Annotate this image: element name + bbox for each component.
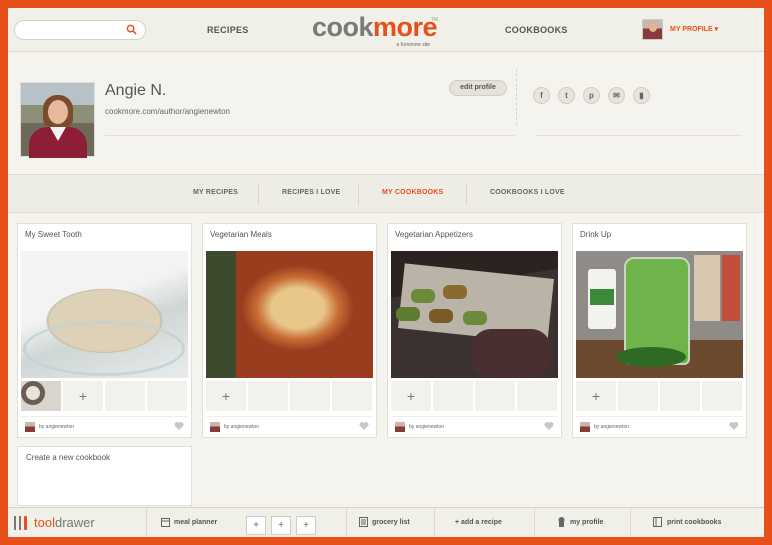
meal-slot[interactable]: + (296, 516, 316, 535)
tab-cookbooks-i-love[interactable]: COOKBOOKS I LOVE (490, 189, 565, 196)
print-cookbooks-label: print cookbooks (667, 519, 722, 526)
empty-slot (433, 381, 473, 411)
heart-icon[interactable] (729, 421, 739, 431)
cookbook-cover-image[interactable] (21, 251, 188, 378)
author-byline[interactable]: by angienewton (39, 424, 74, 430)
twitter-icon[interactable]: t (558, 87, 575, 104)
logo-tool: tool (34, 515, 55, 530)
tab-my-recipes[interactable]: MY RECIPES (193, 189, 238, 196)
empty-slot (660, 381, 700, 411)
grocery-list-label: grocery list (372, 519, 410, 526)
author-byline[interactable]: by angienewton (594, 424, 629, 430)
cookbook-title[interactable]: My Sweet Tooth (25, 230, 82, 239)
empty-slot (105, 381, 145, 411)
nav-cookbooks[interactable]: COOKBOOKS (505, 25, 568, 35)
add-recipe-slot[interactable]: + (206, 381, 246, 411)
bookmark-icon[interactable]: ▮ (633, 87, 650, 104)
tab-my-cookbooks[interactable]: MY COOKBOOKS (382, 189, 443, 196)
calendar-icon (161, 518, 170, 527)
empty-slot (702, 381, 742, 411)
logo-cook: cook (312, 12, 374, 42)
meal-slot[interactable]: + (271, 516, 291, 535)
nav-recipes[interactable]: RECIPES (207, 25, 249, 35)
create-cookbook-card[interactable]: Create a new cookbook (17, 446, 192, 506)
book-icon (653, 517, 662, 527)
profile-section: Angie N. cookmore.com/author/angienewton… (8, 53, 764, 173)
meal-slot[interactable]: + (246, 516, 266, 535)
profile-photo (20, 82, 95, 158)
heart-icon[interactable] (359, 421, 369, 431)
divider (516, 69, 517, 125)
cookbook-cover-image[interactable] (391, 251, 558, 378)
empty-slot (248, 381, 288, 411)
create-cookbook-label: Create a new cookbook (26, 453, 111, 462)
author-byline[interactable]: by angienewton (409, 424, 444, 430)
empty-slot (147, 381, 187, 411)
add-recipe-label: + add a recipe (455, 519, 502, 526)
logo-trademark: TM (430, 17, 438, 23)
avatar (395, 422, 405, 432)
empty-slot (332, 381, 372, 411)
pinterest-icon[interactable]: p (583, 87, 600, 104)
cookbook-title[interactable]: Vegetarian Meals (210, 230, 272, 239)
list-icon (359, 517, 368, 527)
facebook-icon[interactable]: f (533, 87, 550, 104)
add-recipe-slot[interactable]: + (391, 381, 431, 411)
avatar (642, 19, 663, 40)
divider (105, 135, 515, 136)
avatar (25, 422, 35, 432)
my-profile-label: MY PROFILE ▾ (670, 26, 719, 33)
profile-name: Angie N. (105, 82, 167, 99)
heart-icon[interactable] (544, 421, 554, 431)
email-icon[interactable]: ✉ (608, 87, 625, 104)
cookbook-card[interactable]: My Sweet Tooth + by angienewton (17, 223, 192, 438)
tool-drawer: tooldrawer meal planner + + + grocery li… (8, 507, 764, 537)
cookbook-card[interactable]: Vegetarian Meals + by angienewton (202, 223, 377, 438)
chef-hat-icon (558, 517, 565, 527)
page-frame: RECIPES cookmore TM a Kenmore site COOKB… (8, 8, 764, 537)
profile-url[interactable]: cookmore.com/author/angienewton (105, 107, 230, 116)
logo-tagline: a Kenmore site (396, 42, 430, 48)
divider (536, 135, 742, 136)
profile-tabs: MY RECIPES RECIPES I LOVE MY COOKBOOKS C… (8, 174, 764, 213)
meal-planner-button[interactable]: meal planner (146, 508, 244, 537)
my-profile-label: my profile (570, 519, 604, 526)
cookbook-title[interactable]: Vegetarian Appetizers (395, 230, 473, 239)
logo-more: more (373, 12, 438, 42)
logo-drawer: drawer (54, 515, 95, 530)
cookbook-card[interactable]: Drink Up + by angienewton (572, 223, 747, 438)
recipe-thumbnail[interactable] (21, 381, 61, 411)
tab-recipes-i-love[interactable]: RECIPES I LOVE (282, 189, 340, 196)
add-recipe-button[interactable]: + add a recipe (434, 508, 534, 537)
cookbook-title[interactable]: Drink Up (580, 230, 611, 239)
cookmore-logo[interactable]: cookmore TM a Kenmore site (312, 12, 442, 48)
search-icon[interactable] (126, 24, 137, 35)
heart-icon[interactable] (174, 421, 184, 431)
meal-planner-label: meal planner (174, 519, 218, 526)
avatar (210, 422, 220, 432)
empty-slot (618, 381, 658, 411)
empty-slot (475, 381, 515, 411)
cookbook-cover-image[interactable] (576, 251, 743, 378)
print-cookbooks-button[interactable]: print cookbooks (630, 508, 764, 537)
edit-profile-button[interactable]: edit profile (449, 80, 507, 96)
top-header: RECIPES cookmore TM a Kenmore site COOKB… (8, 8, 764, 52)
my-profile-button[interactable]: my profile (534, 508, 630, 537)
empty-slot (517, 381, 557, 411)
add-recipe-slot[interactable]: + (576, 381, 616, 411)
utensils-icon (14, 516, 27, 530)
cookbook-card[interactable]: Vegetarian Appetizers + by angienewton (387, 223, 562, 438)
cookbook-cover-image[interactable] (206, 251, 373, 378)
author-byline[interactable]: by angienewton (224, 424, 259, 430)
empty-slot (290, 381, 330, 411)
avatar (580, 422, 590, 432)
grocery-list-button[interactable]: grocery list (346, 508, 434, 537)
add-recipe-slot[interactable]: + (63, 381, 103, 411)
search-input[interactable] (14, 20, 146, 40)
